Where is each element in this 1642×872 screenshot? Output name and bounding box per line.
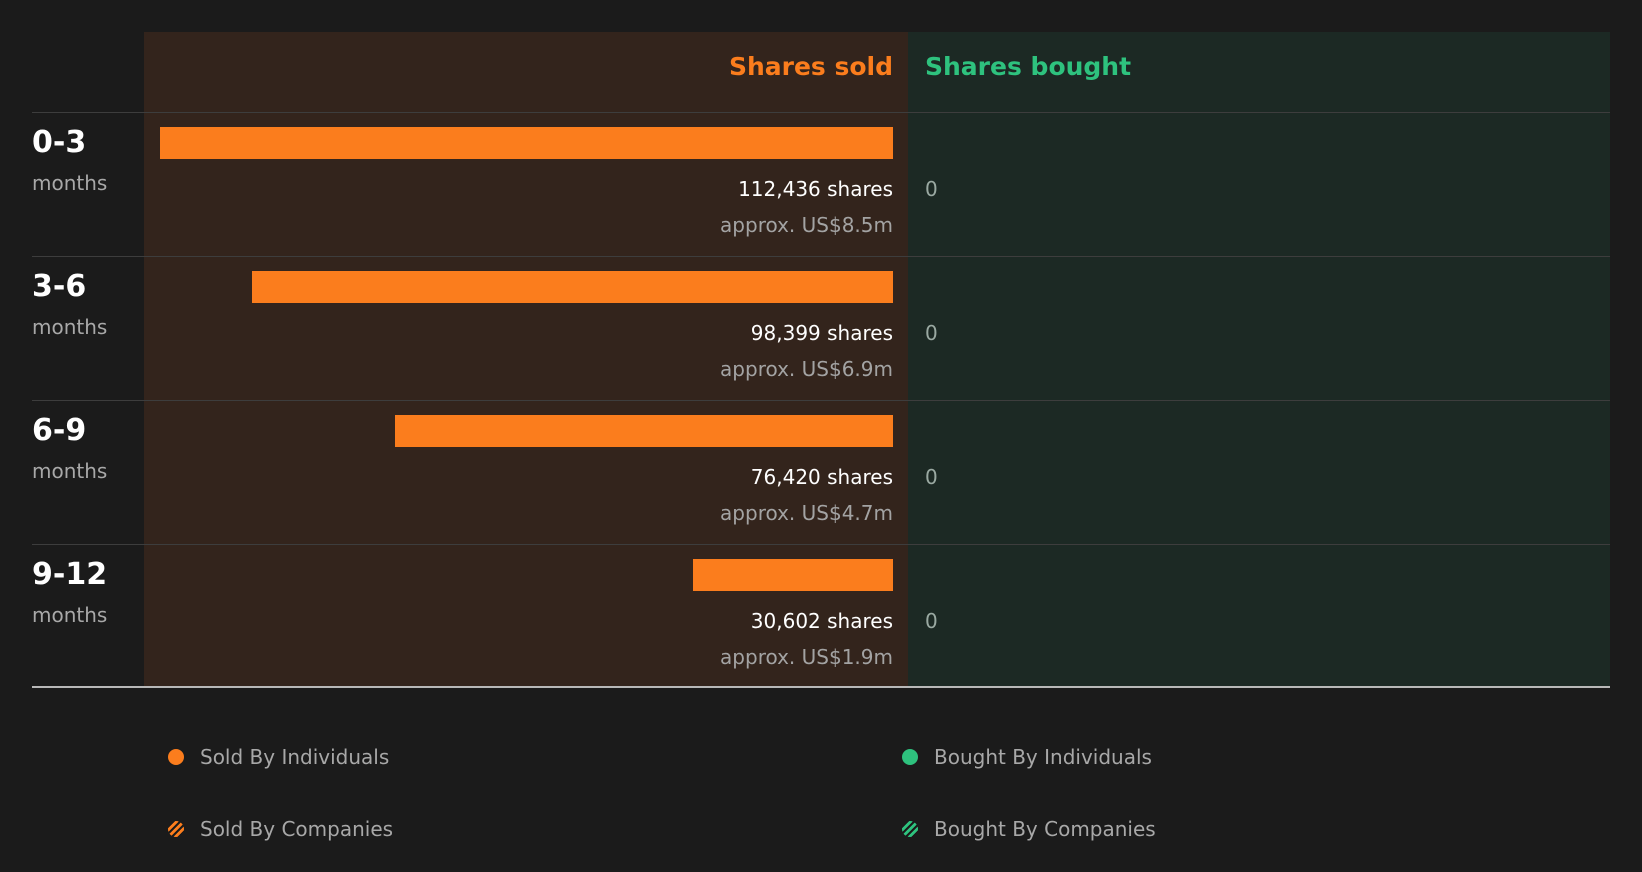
period-unit: months: [32, 315, 108, 339]
shares-sold-value: 30,602 shares: [750, 609, 893, 633]
period-row: 9-12 months 30,602 shares approx. US$1.9…: [0, 545, 1642, 689]
sold-bar: [395, 415, 893, 447]
green-hatched-dot-icon: [902, 821, 918, 837]
orange-dot-icon: [168, 749, 184, 765]
approx-value: approx. US$1.9m: [720, 645, 893, 669]
approx-value: approx. US$4.7m: [720, 501, 893, 525]
shares-sold-value: 112,436 shares: [738, 177, 893, 201]
period-unit: months: [32, 459, 108, 483]
approx-value: approx. US$6.9m: [720, 357, 893, 381]
period-unit: months: [32, 603, 108, 627]
legend-label: Sold By Individuals: [200, 745, 390, 769]
sold-bar: [252, 271, 893, 303]
period-label: 0-3: [32, 125, 87, 160]
period-label: 9-12: [32, 557, 108, 592]
shares-sold-value: 76,420 shares: [750, 465, 893, 489]
shares-bought-header: Shares bought: [925, 52, 1132, 81]
insider-trading-chart: Shares sold Shares bought 0-3 months 112…: [0, 0, 1642, 700]
period-row: 0-3 months 112,436 shares approx. US$8.5…: [0, 113, 1642, 257]
shares-bought-value: 0: [925, 465, 938, 489]
period-unit: months: [32, 171, 108, 195]
green-dot-icon: [902, 749, 918, 765]
shares-bought-value: 0: [925, 177, 938, 201]
legend-label: Bought By Individuals: [934, 745, 1152, 769]
legend-sold-by-individuals: Sold By Individuals: [168, 745, 389, 769]
shares-sold-header: Shares sold: [728, 52, 893, 81]
sold-bar: [160, 127, 893, 159]
sold-bar: [693, 559, 893, 591]
approx-value: approx. US$8.5m: [720, 213, 893, 237]
legend-bought-by-companies: Bought By Companies: [902, 817, 1156, 841]
period-row: 6-9 months 76,420 shares approx. US$4.7m…: [0, 401, 1642, 545]
legend-label: Bought By Companies: [934, 817, 1156, 841]
shares-sold-value: 98,399 shares: [750, 321, 893, 345]
shares-bought-value: 0: [925, 321, 938, 345]
orange-hatched-dot-icon: [168, 821, 184, 837]
legend-label: Sold By Companies: [200, 817, 394, 841]
period-row: 3-6 months 98,399 shares approx. US$6.9m…: [0, 257, 1642, 401]
shares-bought-value: 0: [925, 609, 938, 633]
period-label: 6-9: [32, 413, 87, 448]
legend-bought-by-individuals: Bought By Individuals: [902, 745, 1152, 769]
period-label: 3-6: [32, 269, 87, 304]
legend-sold-by-companies: Sold By Companies: [168, 817, 393, 841]
